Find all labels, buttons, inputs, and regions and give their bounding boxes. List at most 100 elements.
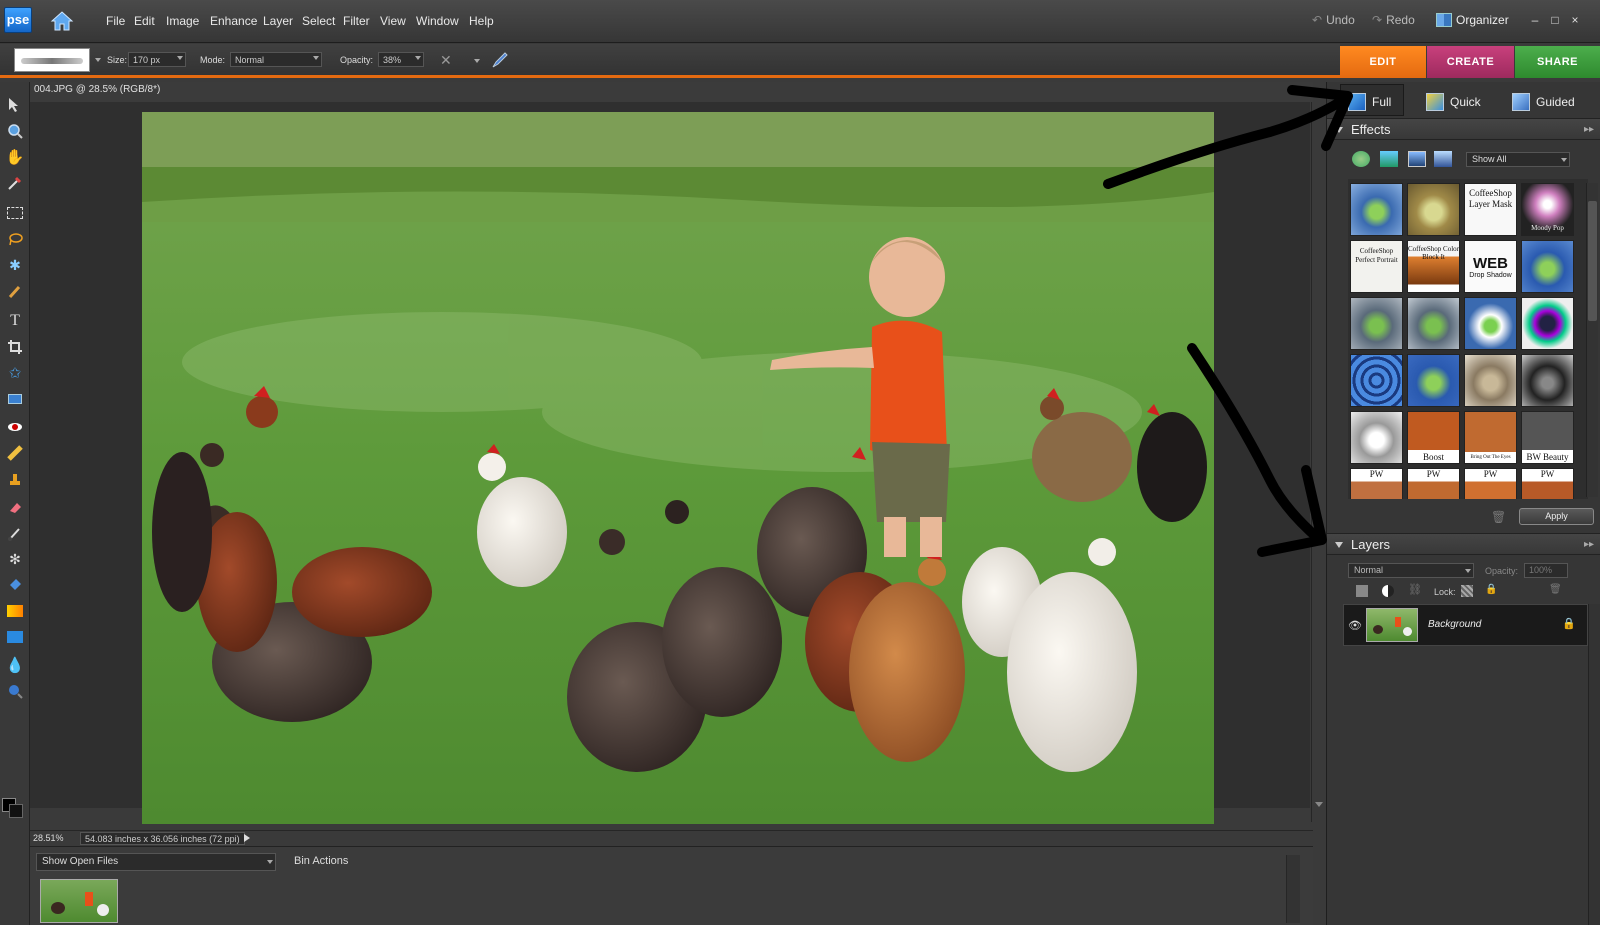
- menu-file[interactable]: File: [106, 14, 125, 28]
- close-icon[interactable]: ×: [1568, 13, 1582, 27]
- lock-all-icon[interactable]: 🔒: [1485, 584, 1497, 595]
- effect-thumb-bring-out-eyes[interactable]: Bring Out The Eyes: [1464, 411, 1517, 464]
- crop-tool-icon[interactable]: [3, 336, 27, 358]
- show-open-files-select[interactable]: Show Open Files: [36, 853, 276, 871]
- layers-collapse-icon[interactable]: [1335, 542, 1343, 548]
- eyedropper-tool-icon[interactable]: [3, 172, 27, 194]
- smart-brush-tool-icon[interactable]: ✻: [3, 548, 27, 570]
- layer-opacity-field[interactable]: 100%: [1524, 563, 1568, 578]
- eraser-tool-icon[interactable]: [3, 496, 27, 518]
- brush-settings-dropdown-icon[interactable]: [474, 59, 480, 63]
- apply-button[interactable]: Apply: [1519, 508, 1594, 525]
- document-title[interactable]: 004.JPG @ 28.5% (RGB/8*): [34, 84, 160, 95]
- healing-brush-tool-icon[interactable]: [3, 442, 27, 464]
- tab-quick[interactable]: Quick: [1426, 88, 1481, 116]
- layer-row[interactable]: 👁 Background 🔒: [1343, 604, 1588, 646]
- menu-select[interactable]: Select: [302, 14, 335, 28]
- menu-image[interactable]: Image: [166, 14, 199, 28]
- tablet-options-icon[interactable]: [490, 50, 510, 73]
- menu-help[interactable]: Help: [469, 14, 494, 28]
- tab-full[interactable]: Full: [1348, 88, 1391, 116]
- layers-panel-menu-icon[interactable]: ▸▸: [1584, 534, 1594, 555]
- effects-category-select[interactable]: Show All: [1466, 152, 1570, 167]
- menu-edit[interactable]: Edit: [134, 14, 155, 28]
- link-layers-icon[interactable]: ⛓: [1408, 583, 1422, 596]
- lock-transparency-icon[interactable]: [1461, 585, 1473, 597]
- effect-thumb[interactable]: [1521, 297, 1574, 350]
- filters-icon[interactable]: [1408, 151, 1426, 167]
- effect-thumb[interactable]: [1350, 354, 1403, 407]
- effects-panel-header[interactable]: Effects ▸▸: [1327, 118, 1600, 140]
- trash-icon[interactable]: 🗑: [1491, 510, 1506, 524]
- effect-thumb[interactable]: [1407, 183, 1460, 236]
- maximize-icon[interactable]: □: [1548, 13, 1562, 27]
- tab-share[interactable]: SHARE: [1515, 46, 1600, 78]
- undo-button[interactable]: ↶ Undo: [1312, 13, 1355, 27]
- brush-preset-picker[interactable]: [14, 48, 90, 72]
- effect-thumb[interactable]: [1350, 411, 1403, 464]
- tab-edit[interactable]: EDIT: [1340, 46, 1426, 78]
- magic-wand-tool-icon[interactable]: ✱: [3, 254, 27, 276]
- effect-thumb[interactable]: [1350, 297, 1403, 350]
- effect-thumb-color-block[interactable]: CoffeeShop Color Block It: [1407, 240, 1460, 293]
- layers-panel-header[interactable]: Layers ▸▸: [1327, 533, 1600, 555]
- effects-panel-menu-icon[interactable]: ▸▸: [1584, 119, 1594, 140]
- shape-tool-icon[interactable]: [3, 626, 27, 648]
- opacity-field[interactable]: 38%: [378, 52, 424, 67]
- background-color-swatch[interactable]: [9, 804, 23, 818]
- effect-thumb-pw[interactable]: PW: [1350, 468, 1403, 499]
- mode-select[interactable]: Normal: [230, 52, 322, 67]
- effect-thumb[interactable]: [1464, 354, 1517, 407]
- tab-guided[interactable]: Guided: [1512, 88, 1575, 116]
- effect-thumb[interactable]: [1407, 297, 1460, 350]
- status-menu-arrow-icon[interactable]: [244, 834, 250, 842]
- new-layer-icon[interactable]: [1356, 585, 1368, 597]
- layer-visibility-eye-icon[interactable]: 👁: [1348, 619, 1362, 632]
- effect-thumb-pw[interactable]: PW: [1521, 468, 1574, 499]
- move-tool-icon[interactable]: [3, 94, 27, 116]
- layer-styles-icon[interactable]: [1352, 151, 1370, 167]
- zoom-tool-icon[interactable]: [3, 120, 27, 142]
- minimize-icon[interactable]: –: [1528, 13, 1542, 27]
- document-image[interactable]: [142, 112, 1214, 824]
- airbrush-icon[interactable]: ✕: [440, 52, 452, 69]
- clone-stamp-tool-icon[interactable]: [3, 468, 27, 490]
- document-vertical-scrollbar[interactable]: [1311, 102, 1325, 822]
- effects-filter-icon[interactable]: [1434, 151, 1452, 167]
- hand-tool-icon[interactable]: ✋: [3, 146, 27, 168]
- bin-scrollbar[interactable]: [1286, 855, 1300, 923]
- menu-view[interactable]: View: [380, 14, 406, 28]
- organizer-button[interactable]: Organizer: [1436, 13, 1509, 27]
- paint-bucket-tool-icon[interactable]: [3, 574, 27, 596]
- effect-thumb[interactable]: [1464, 297, 1517, 350]
- gradient-tool-icon[interactable]: [3, 600, 27, 622]
- blend-mode-select[interactable]: Normal: [1348, 563, 1474, 578]
- straighten-tool-icon[interactable]: [3, 388, 27, 410]
- bin-thumbnail[interactable]: [40, 879, 118, 923]
- adjustment-layer-icon[interactable]: [1382, 585, 1394, 597]
- delete-layer-icon[interactable]: 🗑: [1549, 584, 1562, 595]
- effects-collapse-icon[interactable]: [1335, 127, 1343, 133]
- effects-scrollbar[interactable]: [1586, 183, 1598, 497]
- effects-scroll-thumb[interactable]: [1588, 201, 1597, 321]
- type-tool-icon[interactable]: T: [3, 310, 27, 332]
- effect-thumb[interactable]: [1350, 183, 1403, 236]
- layers-scrollbar[interactable]: [1588, 604, 1600, 925]
- marquee-tool-icon[interactable]: [3, 202, 27, 224]
- blur-tool-icon[interactable]: 💧: [3, 654, 27, 676]
- effect-thumb-moody-pop[interactable]: Moody Pop: [1521, 183, 1574, 236]
- effect-thumb-perfect-portrait[interactable]: CoffeeShop Perfect Portrait: [1350, 240, 1403, 293]
- effect-thumb-pw[interactable]: PW: [1464, 468, 1517, 499]
- tab-create[interactable]: CREATE: [1427, 46, 1514, 78]
- zoom-readout[interactable]: 28.51%: [33, 833, 64, 843]
- effect-thumb-bw-beauty[interactable]: BW Beauty: [1521, 411, 1574, 464]
- effect-thumb-layer-mask[interactable]: CoffeeShop Layer Mask: [1464, 183, 1517, 236]
- effect-thumb[interactable]: [1407, 354, 1460, 407]
- red-eye-tool-icon[interactable]: [3, 416, 27, 438]
- brush-dropdown-icon[interactable]: [95, 58, 101, 62]
- sponge-tool-icon[interactable]: [3, 680, 27, 702]
- effect-thumb-web-drop-shadow[interactable]: WEB Drop Shadow: [1464, 240, 1517, 293]
- photo-effects-icon[interactable]: [1380, 151, 1398, 167]
- effect-thumb[interactable]: [1521, 240, 1574, 293]
- menu-layer[interactable]: Layer: [263, 14, 293, 28]
